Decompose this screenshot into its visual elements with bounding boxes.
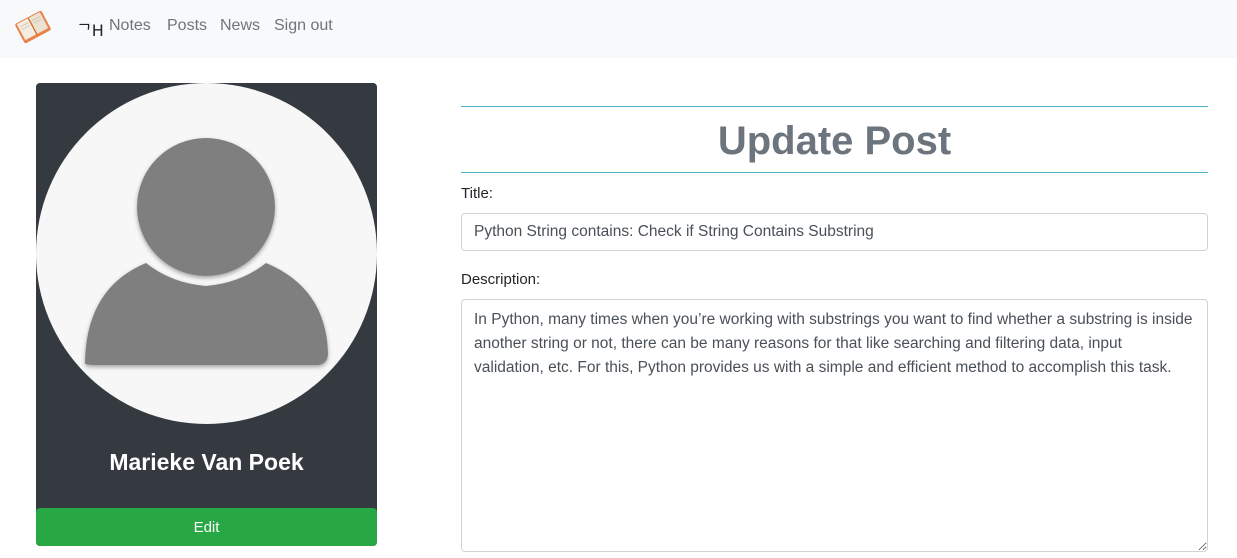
navbar: ᄀH Notes Posts News Sign out	[0, 0, 1237, 58]
edit-profile-button[interactable]: Edit	[36, 508, 377, 546]
top-divider	[461, 106, 1208, 107]
title-input[interactable]	[461, 213, 1208, 251]
page-title: Update Post	[717, 119, 952, 163]
nav-link-sign-out[interactable]: Sign out	[274, 17, 333, 35]
avatar	[36, 83, 377, 424]
profile-name: Marieke Van Poek	[109, 449, 304, 475]
nav-brand[interactable]: ᄀH	[77, 17, 104, 41]
nav-link-news[interactable]: News	[220, 17, 260, 35]
update-post-form: Update Post Title: Description: In Pytho…	[461, 106, 1208, 557]
bottom-divider	[461, 172, 1208, 173]
nav-link-notes[interactable]: Notes	[109, 17, 151, 35]
nav-link-posts[interactable]: Posts	[167, 17, 207, 35]
profile-card: Marieke Van Poek Edit	[36, 83, 377, 546]
book-logo-icon[interactable]	[12, 8, 54, 46]
title-label: Title:	[461, 185, 493, 202]
user-avatar-icon	[85, 138, 328, 365]
description-textarea[interactable]: In Python, many times when you’re workin…	[461, 299, 1208, 552]
description-label: Description:	[461, 271, 541, 288]
